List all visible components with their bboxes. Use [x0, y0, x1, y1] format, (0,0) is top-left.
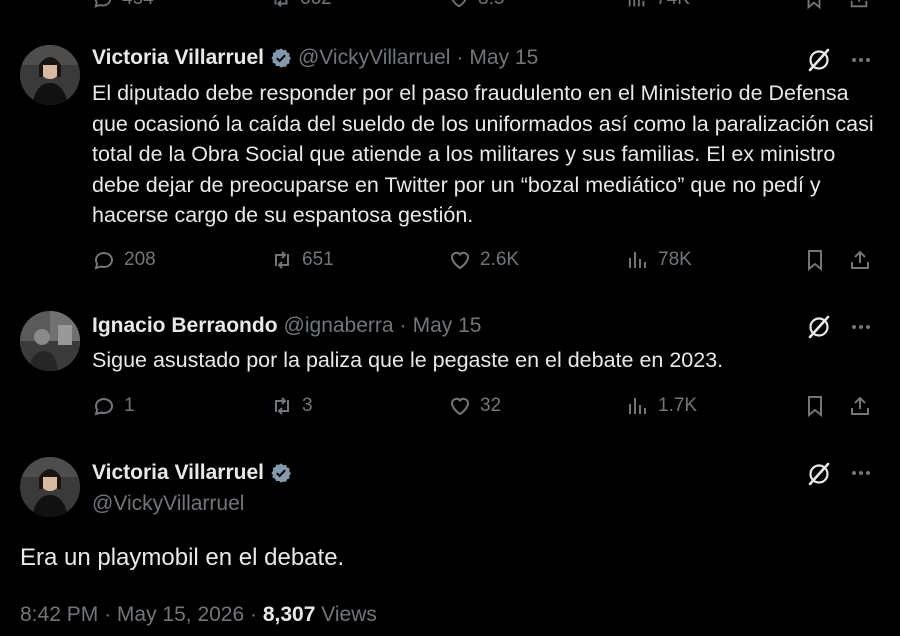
tweet-time[interactable]: 8:42 PM	[20, 603, 98, 626]
tweet-date[interactable]: May 15, 2026	[117, 603, 244, 626]
more-icon	[852, 471, 870, 475]
views-count: 8,307	[262, 603, 316, 626]
separator-dot: ·	[104, 603, 112, 626]
tweet-meta: 8:42 PM · May 15, 2026 · 8,307 Views	[20, 603, 377, 627]
views-label: Views	[321, 603, 377, 626]
grok-icon[interactable]	[806, 461, 832, 487]
focused-tweet: Victoria Villarruel @VickyVillarruel Era…	[0, 0, 900, 636]
avatar[interactable]	[20, 457, 80, 517]
author-name-row: Victoria Villarruel	[92, 461, 298, 485]
author-handle[interactable]: @VickyVillarruel	[92, 492, 244, 516]
separator-dot: ·	[250, 603, 258, 626]
verified-badge-icon	[271, 463, 291, 483]
tweet-text: Era un playmobil en el debate.	[20, 544, 345, 571]
more-options-button[interactable]	[846, 458, 876, 488]
author-name[interactable]: Victoria Villarruel	[92, 461, 264, 485]
